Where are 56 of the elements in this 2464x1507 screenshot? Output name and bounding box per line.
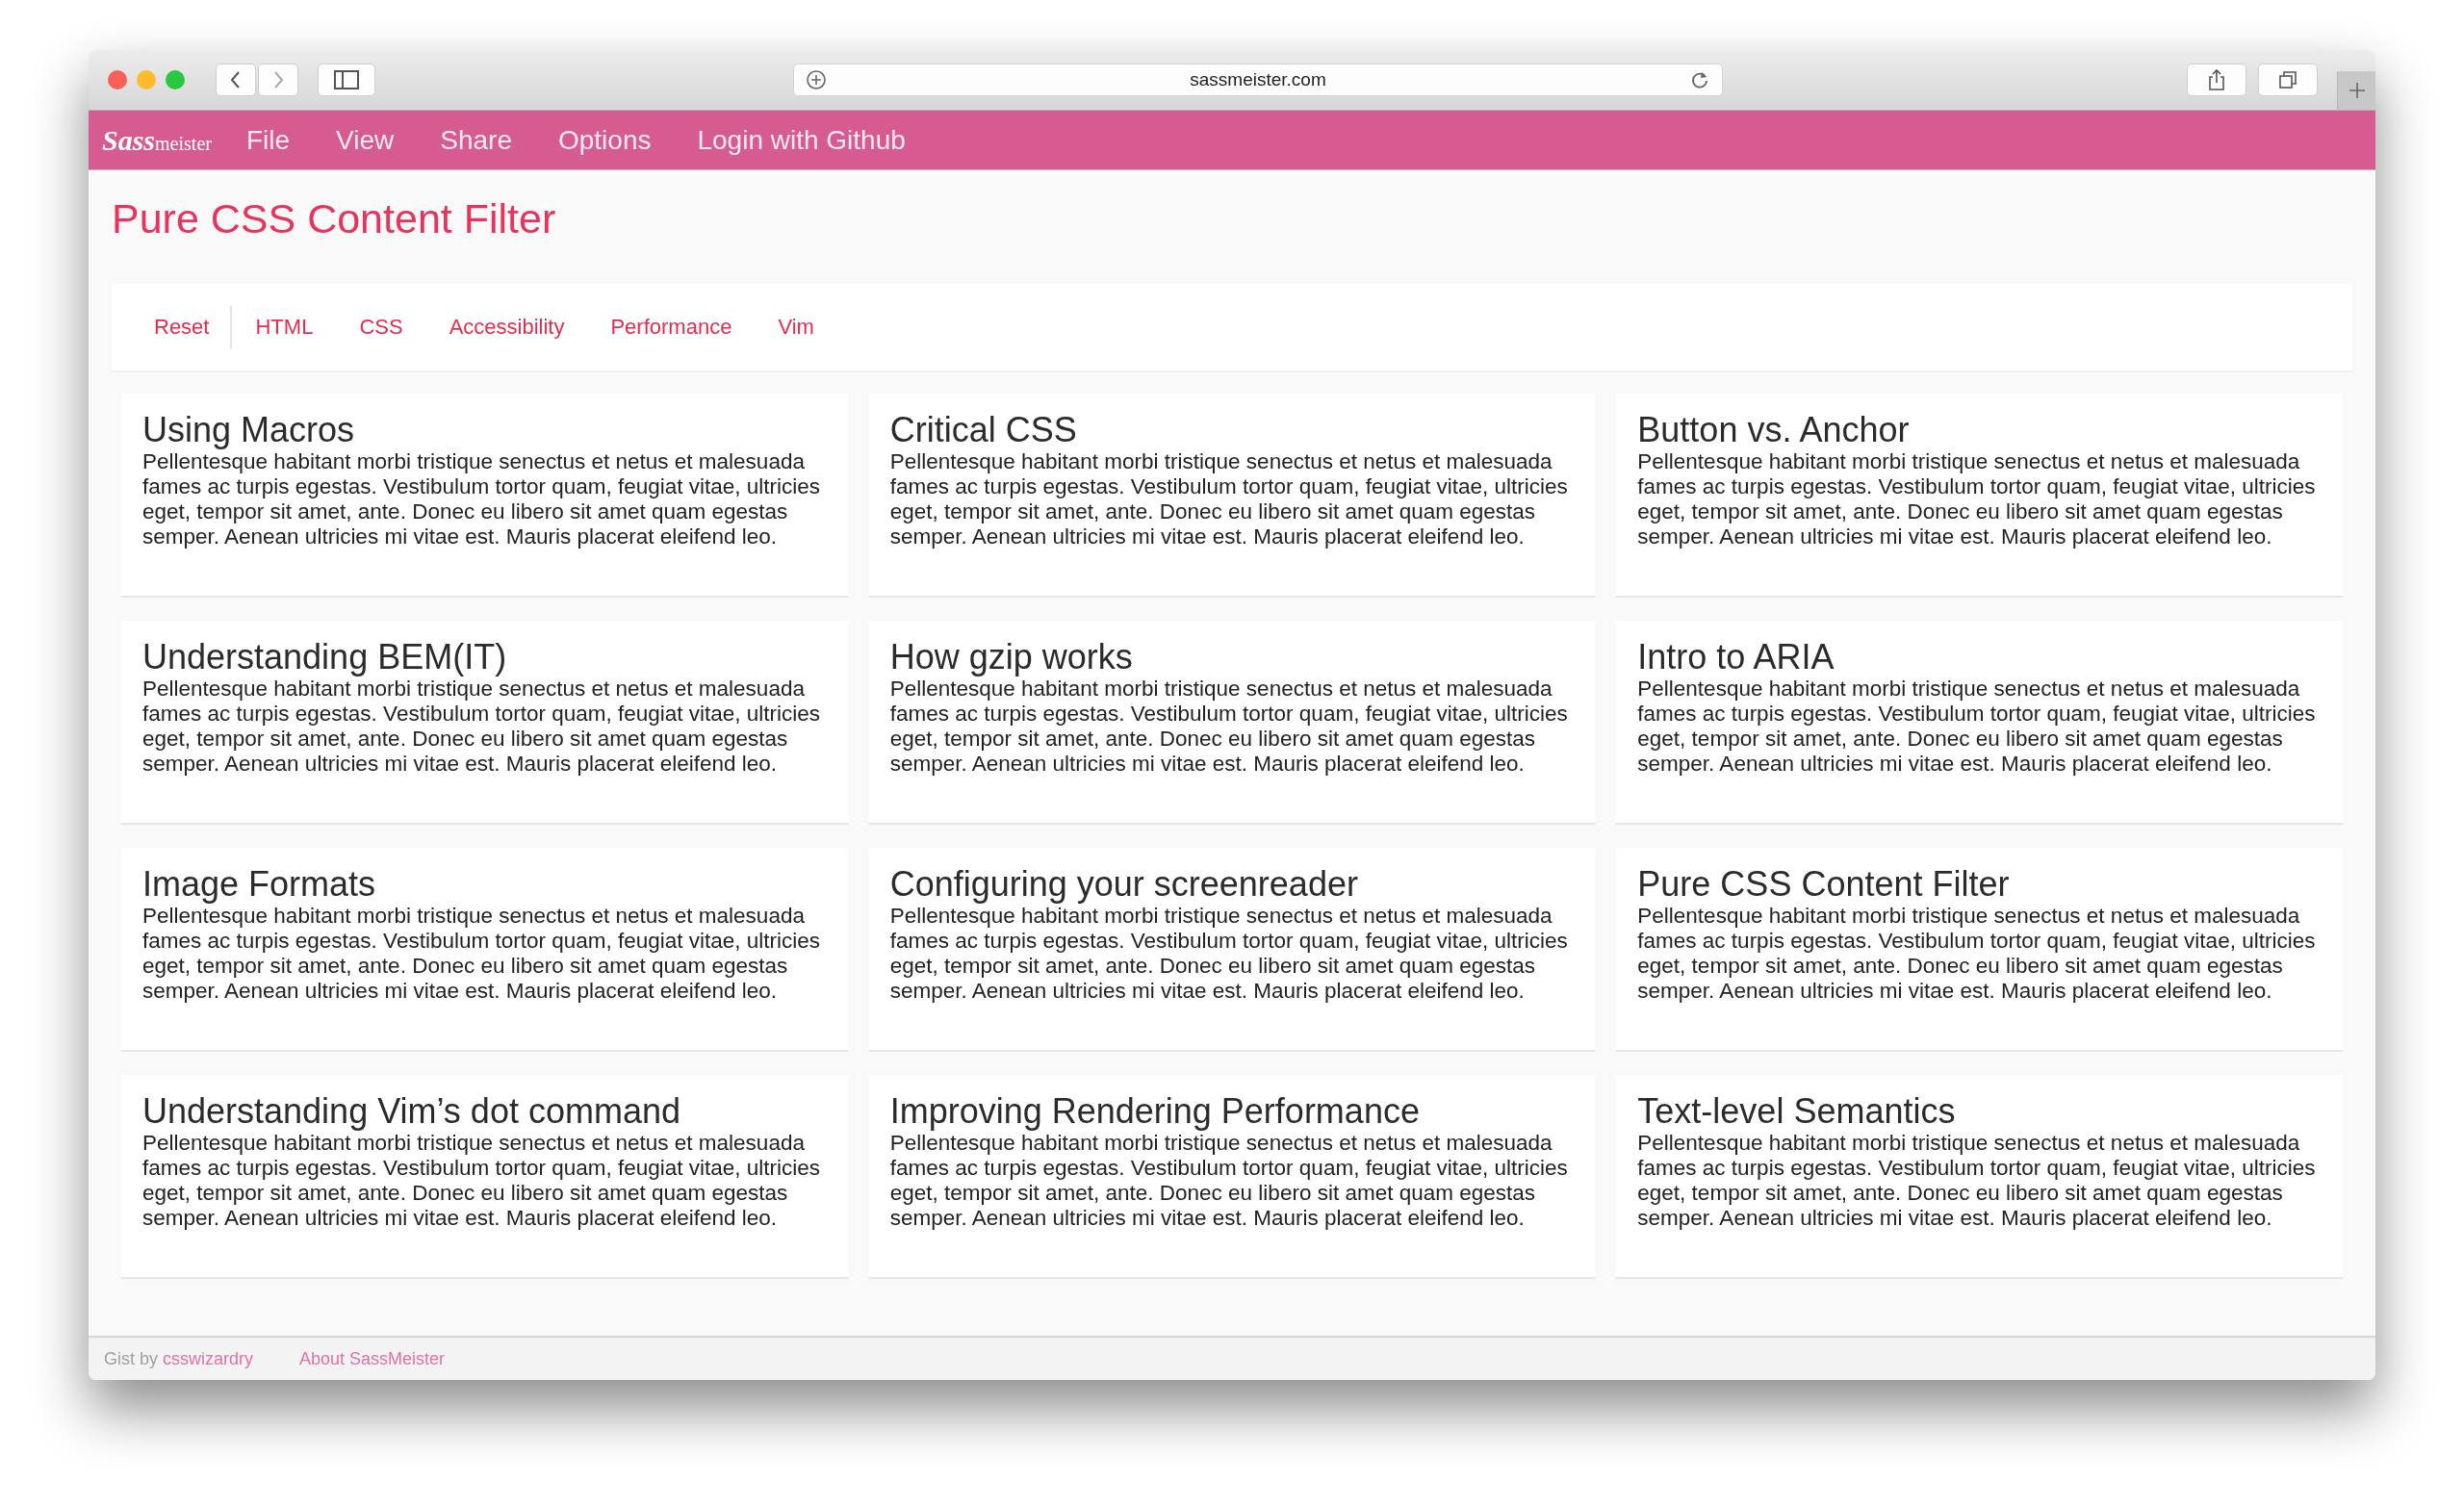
article-title: Configuring your screenreader xyxy=(889,865,1359,904)
article-text: Pellentesque habitant morbi tristique senectus et netus et malesuada fames ac turpis egestas. Vestibulum tortor quam, feugiat vitae, ultricies eget, tempor sit amet, ante. Donec eu libero sit amet quam egestas semper. Aenean ultricies mi vitae est. Mauris placerat eleifend leo. xyxy=(142,449,822,549)
menu-item[interactable]: Share xyxy=(440,124,512,156)
back-button[interactable] xyxy=(216,64,256,96)
filter-link[interactable]: Reset xyxy=(133,305,233,349)
reload-icon[interactable] xyxy=(1689,69,1710,90)
filter-link[interactable]: Performance xyxy=(587,315,756,340)
filter-link[interactable]: CSS xyxy=(336,315,426,340)
about-link[interactable]: About SassMeister xyxy=(299,1348,446,1369)
article-text: Pellentesque habitant morbi tristique senectus et netus et malesuada fames ac turpis egestas. Vestibulum tortor quam, feugiat vitae, ultricies eget, tempor sit amet, ante. Donec eu libero sit amet quam egestas semper. Aenean ultricies mi vitae est. Mauris placerat eleifend leo. xyxy=(142,677,822,777)
share-icon xyxy=(2207,68,2226,91)
tabs-icon xyxy=(2277,69,2298,90)
article-title: Intro to ARIA xyxy=(1637,638,1835,677)
article-text: Pellentesque habitant morbi tristique senectus et netus et malesuada fames ac turpis egestas. Vestibulum tortor quam, feugiat vitae, ultricies eget, tempor sit amet, ante. Donec eu libero sit amet quam egestas semper. Aenean ultricies mi vitae est. Mauris placerat eleifend leo. xyxy=(1637,1131,2317,1231)
article-title: Understanding BEM(IT) xyxy=(142,638,508,677)
logo[interactable]: Sassmeister xyxy=(102,123,212,157)
filter-link[interactable]: HTML xyxy=(232,315,337,340)
address-bar[interactable]: sassmeister.com xyxy=(793,64,1723,96)
sidebar-icon xyxy=(334,70,359,89)
add-icon[interactable] xyxy=(806,69,827,90)
article-title: Understanding Vim’s dot command xyxy=(142,1092,681,1131)
sidebar-button[interactable] xyxy=(318,64,375,96)
article-title: Improving Rendering Performance xyxy=(889,1092,1421,1131)
page-title: Pure CSS Content Filter xyxy=(112,195,557,243)
article-text: Pellentesque habitant morbi tristique senectus et netus et malesuada fames ac turpis egestas. Vestibulum tortor quam, feugiat vitae, ultricies eget, tempor sit amet, ante. Donec eu libero sit amet quam egestas semper. Aenean ultricies mi vitae est. Mauris placerat eleifend leo. xyxy=(1637,449,2317,549)
article-title: Image Formats xyxy=(142,865,377,904)
tabs-button[interactable] xyxy=(2258,64,2318,96)
plus-icon xyxy=(2347,81,2367,100)
article-title: Pure CSS Content Filter xyxy=(1637,865,2011,904)
article-text: Pellentesque habitant morbi tristique senectus et netus et malesuada fames ac turpis egestas. Vestibulum tortor quam, feugiat vitae, ultricies eget, tempor sit amet, ante. Donec eu libero sit amet quam egestas semper. Aenean ultricies mi vitae est. Mauris placerat eleifend leo. xyxy=(889,904,1569,1004)
article-text: Pellentesque habitant morbi tristique senectus et netus et malesuada fames ac turpis egestas. Vestibulum tortor quam, feugiat vitae, ultricies eget, tempor sit amet, ante. Donec eu libero sit amet quam egestas semper. Aenean ultricies mi vitae est. Mauris placerat eleifend leo. xyxy=(142,904,822,1004)
url-text: sassmeister.com xyxy=(1190,69,1326,90)
article-title: Button vs. Anchor xyxy=(1637,411,1911,449)
author-link[interactable]: csswizardry xyxy=(163,1348,254,1368)
article-title: Text-level Semantics xyxy=(1637,1092,1957,1131)
menu-item[interactable]: Options xyxy=(557,124,652,156)
article-text: Pellentesque habitant morbi tristique senectus et netus et malesuada fames ac turpis egestas. Vestibulum tortor quam, feugiat vitae, ultricies eget, tempor sit amet, ante. Donec eu libero sit amet quam egestas semper. Aenean ultricies mi vitae est. Mauris placerat eleifend leo. xyxy=(889,1131,1569,1231)
menu-item[interactable]: View xyxy=(336,124,395,156)
menu-item[interactable]: File xyxy=(245,124,291,156)
article-title: How gzip works xyxy=(889,638,1134,677)
new-tab-button[interactable] xyxy=(2337,71,2375,110)
article-text: Pellentesque habitant morbi tristique senectus et netus et malesuada fames ac turpis egestas. Vestibulum tortor quam, feugiat vitae, ultricies eget, tempor sit amet, ante. Donec eu libero sit amet quam egestas semper. Aenean ultricies mi vitae est. Mauris placerat eleifend leo. xyxy=(889,677,1569,777)
filter-link[interactable]: Vim xyxy=(755,315,837,340)
article-text: Pellentesque habitant morbi tristique senectus et netus et malesuada fames ac turpis egestas. Vestibulum tortor quam, feugiat vitae, ultricies eget, tempor sit amet, ante. Donec eu libero sit amet quam egestas semper. Aenean ultricies mi vitae est. Mauris placerat eleifend leo. xyxy=(889,449,1569,549)
close-icon[interactable] xyxy=(108,70,127,89)
article-title: Critical CSS xyxy=(889,411,1078,449)
chevron-right-icon xyxy=(271,70,285,89)
article-text: Pellentesque habitant morbi tristique senectus et netus et malesuada fames ac turpis egestas. Vestibulum tortor quam, feugiat vitae, ultricies eget, tempor sit amet, ante. Donec eu libero sit amet quam egestas semper. Aenean ultricies mi vitae est. Mauris placerat eleifend leo. xyxy=(1637,677,2317,777)
article-text: Pellentesque habitant morbi tristique senectus et netus et malesuada fames ac turpis egestas. Vestibulum tortor quam, feugiat vitae, ultricies eget, tempor sit amet, ante. Donec eu libero sit amet quam egestas semper. Aenean ultricies mi vitae est. Mauris placerat eleifend leo. xyxy=(1637,904,2317,1004)
article-text: Pellentesque habitant morbi tristique senectus et netus et malesuada fames ac turpis egestas. Vestibulum tortor quam, feugiat vitae, ultricies eget, tempor sit amet, ante. Donec eu libero sit amet quam egestas semper. Aenean ultricies mi vitae est. Mauris placerat eleifend leo. xyxy=(142,1131,822,1231)
share-button[interactable] xyxy=(2187,64,2246,96)
menu-item[interactable]: Login with Github xyxy=(697,124,906,156)
chevron-left-icon xyxy=(229,70,243,89)
filter-link[interactable]: Accessibility xyxy=(425,315,588,340)
gist-credit: Gist by csswizardry xyxy=(104,1348,254,1369)
article-title: Using Macros xyxy=(142,411,356,449)
